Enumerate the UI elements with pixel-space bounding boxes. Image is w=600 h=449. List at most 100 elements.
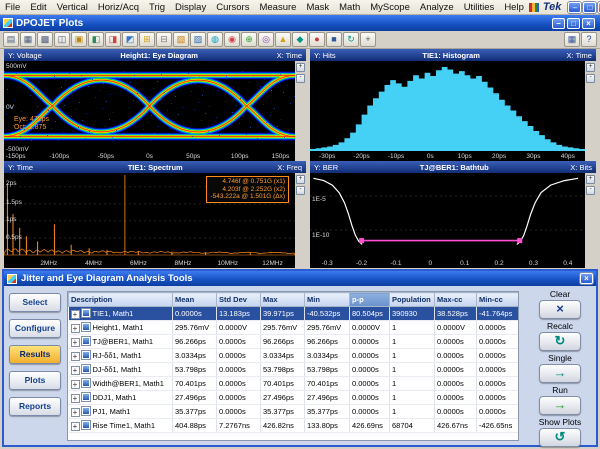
help-icon[interactable]: ?	[581, 32, 597, 47]
row-expander-icon[interactable]: +	[71, 408, 80, 417]
zoom-out-button[interactable]: -	[586, 74, 595, 83]
column-header-min[interactable]: Min	[305, 293, 350, 307]
column-header-max-cc[interactable]: Max-cc	[435, 293, 477, 307]
toolbar-icon-20[interactable]: ■	[326, 32, 342, 47]
toolbar-icon-2[interactable]: ▦	[20, 32, 36, 47]
menu-item-display[interactable]: Display	[170, 1, 211, 14]
table-row[interactable]: +TIE1, Math10.0000s13.183ps39.971ps-40.5…	[69, 307, 519, 321]
zoom-in-button[interactable]: +	[296, 63, 305, 72]
menu-item-myscope[interactable]: MyScope	[365, 1, 415, 14]
row-expander-icon[interactable]: +	[71, 310, 80, 319]
app-maximize-button[interactable]: □	[583, 2, 596, 13]
column-header-population[interactable]: Population	[390, 293, 435, 307]
menu-item-trig[interactable]: Trig	[144, 1, 170, 14]
table-row[interactable]: +DJ-δδ1, Math153.798ps0.0000s53.798ps53.…	[69, 363, 519, 377]
zoom-out-button[interactable]: -	[296, 74, 305, 83]
recalc-button[interactable]: ↻	[539, 332, 581, 351]
plots-maximize-button[interactable]: □	[567, 18, 580, 29]
analysis-close-button[interactable]: ×	[580, 273, 593, 284]
description-cell: +TJ@BER1, Math1	[69, 335, 173, 349]
menu-item-edit[interactable]: Edit	[25, 1, 51, 14]
column-header-description[interactable]: Description	[69, 293, 173, 307]
plots-close-button[interactable]: ×	[582, 18, 595, 29]
nav-button-select[interactable]: Select	[9, 293, 61, 312]
row-expander-icon[interactable]: +	[71, 338, 80, 347]
spectrum-plot[interactable]: 2ps1.5ps1ps0.5ps 2MHz4MHz6MHz8MHz10MHz12…	[4, 173, 295, 268]
bathtub-plot[interactable]: 1E-51E-10 -0.3-0.2-0.100.10.20.30.4	[310, 173, 585, 268]
toolbar-icon-13[interactable]: ◍	[207, 32, 223, 47]
zoom-in-button[interactable]: +	[296, 175, 305, 184]
column-header-max[interactable]: Max	[261, 293, 305, 307]
plots-minimize-button[interactable]: –	[552, 18, 565, 29]
toolbar-icon-1[interactable]: ▤	[3, 32, 19, 47]
column-header-mean[interactable]: Mean	[173, 293, 217, 307]
row-expander-icon[interactable]: +	[71, 394, 80, 403]
toolbar-icon-21[interactable]: ↻	[343, 32, 359, 47]
row-expander-icon[interactable]: +	[71, 366, 80, 375]
zoom-in-button[interactable]: +	[586, 63, 595, 72]
menu-item-file[interactable]: File	[0, 1, 25, 14]
analysis-window-titlebar[interactable]: Jitter and Eye Diagram Analysis Tools ×	[4, 271, 596, 286]
display-grid-icon[interactable]: ▦	[564, 32, 580, 47]
menu-item-utilities[interactable]: Utilities	[459, 1, 500, 14]
toolbar-icon-7[interactable]: ◨	[105, 32, 121, 47]
app-minimize-button[interactable]: –	[568, 2, 581, 13]
toolbar-icon-18[interactable]: ◆	[292, 32, 308, 47]
toolbar-icon-22[interactable]: +	[360, 32, 376, 47]
run-button[interactable]: →	[539, 396, 581, 415]
column-header-p-p[interactable]: p-p	[350, 293, 390, 307]
menu-item-analyze[interactable]: Analyze	[415, 1, 459, 14]
menu-item-horiz-acq[interactable]: Horiz/Acq	[93, 1, 144, 14]
toolbar-icon-14[interactable]: ◉	[224, 32, 240, 47]
toolbar-icon-6[interactable]: ◧	[88, 32, 104, 47]
row-expander-icon[interactable]: +	[71, 422, 80, 431]
nav-button-plots[interactable]: Plots	[9, 371, 61, 390]
table-row[interactable]: +Width@BER1, Math170.401ps0.0000s70.401p…	[69, 377, 519, 391]
toolbar-icon-12[interactable]: ▨	[190, 32, 206, 47]
toolbar-icon-8[interactable]: ◩	[122, 32, 138, 47]
table-row[interactable]: +Rise Time1, Math1404.88ps7.2767ns426.82…	[69, 419, 519, 433]
measurement-icon	[82, 337, 90, 345]
menu-item-cursors[interactable]: Cursors	[211, 1, 254, 14]
table-row[interactable]: +TJ@BER1, Math196.266ps0.0000s96.266ps96…	[69, 335, 519, 349]
show-plots-button[interactable]: ↺	[539, 428, 581, 447]
nav-button-reports[interactable]: Reports	[9, 397, 61, 416]
zoom-in-button[interactable]: +	[586, 175, 595, 184]
plots-window-titlebar[interactable]: DPOJET Plots – □ ×	[0, 15, 600, 31]
zoom-out-button[interactable]: -	[296, 186, 305, 195]
table-row[interactable]: +RJ-δδ1, Math13.0334ps0.0000s3.0334ps3.0…	[69, 349, 519, 363]
toolbar-icon-17[interactable]: ▲	[275, 32, 291, 47]
menu-item-vertical[interactable]: Vertical	[52, 1, 93, 14]
toolbar-icon-4[interactable]: ◫	[54, 32, 70, 47]
menu-item-measure[interactable]: Measure	[254, 1, 301, 14]
row-expander-icon[interactable]: +	[71, 352, 80, 361]
toolbar-icon-10[interactable]: ⊟	[156, 32, 172, 47]
histogram-plot[interactable]: -30ps-20ps-10ps0s10ps20ps30ps40ps	[310, 61, 585, 161]
menu-item-math[interactable]: Math	[334, 1, 365, 14]
mean-cell: 70.401ps	[173, 377, 217, 391]
table-row[interactable]: +DDJ1, Math127.496ps0.0000s27.496ps27.49…	[69, 391, 519, 405]
toolbar-icon-9[interactable]: ⊞	[139, 32, 155, 47]
eye-diagram-plot[interactable]: 500mV0V-500mV -150ps-100ps-50ps0s50ps100…	[4, 61, 295, 161]
row-expander-icon[interactable]: +	[71, 380, 80, 389]
toolbar-icon-3[interactable]: ▩	[37, 32, 53, 47]
maxcc-cell: 38.528ps	[435, 307, 477, 321]
single-button[interactable]: →	[539, 364, 581, 383]
toolbar-icon-5[interactable]: ▣	[71, 32, 87, 47]
row-expander-icon[interactable]: +	[71, 324, 80, 333]
histogram-plot-header: Y: Hits TIE1: Histogram X: Time	[310, 49, 596, 61]
toolbar-icon-19[interactable]: ●	[309, 32, 325, 47]
toolbar-icon-11[interactable]: ▧	[173, 32, 189, 47]
table-row[interactable]: +PJ1, Math135.377ps0.0000s35.377ps35.377…	[69, 405, 519, 419]
menu-item-help[interactable]: Help	[499, 1, 529, 14]
column-header-std-dev[interactable]: Std Dev	[217, 293, 261, 307]
nav-button-results[interactable]: Results	[9, 345, 61, 364]
table-row[interactable]: +Height1, Math1295.76mV0.0000V295.76mV29…	[69, 321, 519, 335]
column-header-min-cc[interactable]: Min-cc	[477, 293, 519, 307]
clear-button[interactable]: ×	[539, 300, 581, 319]
zoom-out-button[interactable]: -	[586, 186, 595, 195]
nav-button-configure[interactable]: Configure	[9, 319, 61, 338]
toolbar-icon-15[interactable]: ⊕	[241, 32, 257, 47]
toolbar-icon-16[interactable]: ◎	[258, 32, 274, 47]
menu-item-mask[interactable]: Mask	[301, 1, 334, 14]
